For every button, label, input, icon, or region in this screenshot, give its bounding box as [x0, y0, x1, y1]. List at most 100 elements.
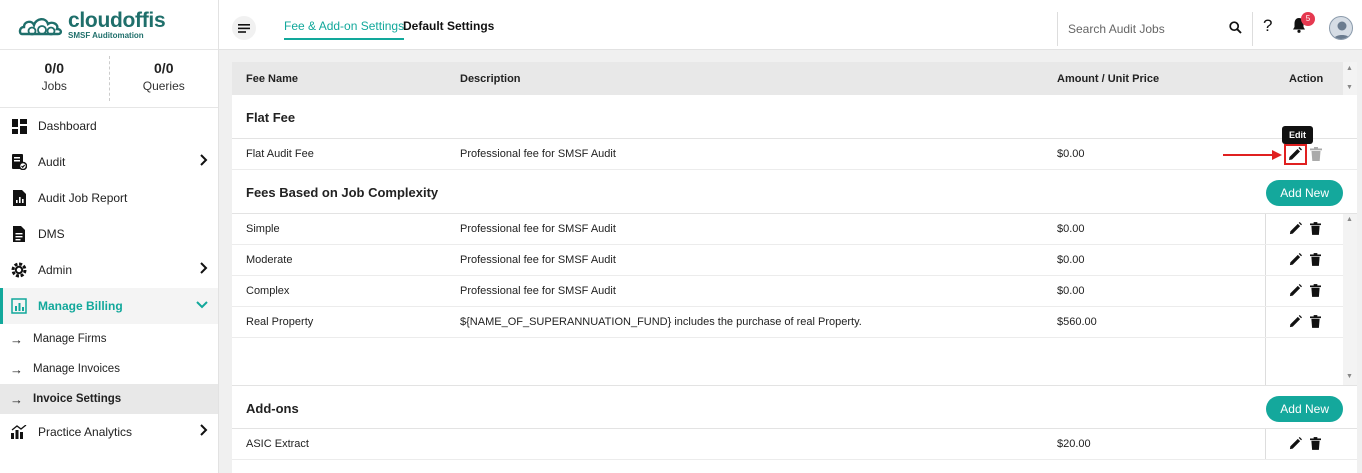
scroll-up-icon[interactable]: ▲ [1346, 216, 1353, 223]
trash-icon[interactable] [1310, 284, 1321, 300]
fee-name: Simple [246, 223, 280, 235]
row-actions [1265, 245, 1343, 275]
dashboard-icon [10, 117, 28, 135]
chevron-right-icon [200, 424, 208, 439]
trash-icon[interactable] [1310, 222, 1321, 238]
column-header-fee-name: Fee Name [246, 73, 298, 85]
queries-count: 0/0 [154, 60, 174, 76]
queries-label: Queries [142, 79, 185, 93]
tab-default-settings[interactable]: Default Settings [403, 19, 494, 33]
hamburger-menu-icon[interactable] [232, 16, 256, 40]
search-input[interactable] [1068, 22, 1218, 36]
billing-icon [10, 297, 28, 315]
action-column-divider [1265, 338, 1266, 385]
table-row: Real Property ${NAME_OF_SUPERANNUATION_F… [232, 307, 1357, 338]
arrow-right-icon: → [10, 331, 23, 347]
sidebar-item-dashboard[interactable]: Dashboard [0, 108, 218, 144]
fee-description: ${NAME_OF_SUPERANNUATION_FUND} includes … [460, 316, 862, 328]
sidebar-subitem-invoice-settings[interactable]: → Invoice Settings [0, 384, 218, 414]
row-actions [1265, 214, 1343, 244]
fee-name: Moderate [246, 254, 293, 266]
section-title: Add-ons [246, 401, 299, 416]
scroll-down-icon[interactable]: ▼ [1346, 84, 1353, 91]
logo-brand: cloudoffis [68, 8, 166, 32]
trash-icon[interactable] [1310, 147, 1322, 164]
trash-icon[interactable] [1310, 315, 1321, 331]
logo[interactable]: cloudoffis SMSF Auditomation [0, 0, 218, 50]
help-icon[interactable]: ? [1263, 16, 1272, 36]
add-new-addon-button[interactable]: Add New [1266, 396, 1343, 422]
trash-icon[interactable] [1310, 253, 1321, 269]
sidebar-subitem-manage-invoices[interactable]: → Manage Invoices [0, 354, 218, 384]
document-icon [10, 225, 28, 243]
analytics-icon [10, 423, 28, 441]
jobs-label: Jobs [41, 79, 67, 93]
chevron-right-icon [200, 154, 208, 169]
edit-highlight-box [1284, 144, 1307, 165]
fee-name: Real Property [246, 316, 314, 328]
trash-icon[interactable] [1310, 437, 1321, 453]
jobs-stat[interactable]: 0/0 Jobs [0, 50, 109, 107]
fee-description: Professional fee for SMSF Audit [460, 254, 616, 266]
arrow-right-icon: → [10, 391, 23, 407]
edit-pencil-icon[interactable] [1289, 284, 1302, 300]
fee-description: Professional fee for SMSF Audit [460, 285, 616, 297]
sidebar-subitem-manage-firms[interactable]: → Manage Firms [0, 324, 218, 354]
avatar[interactable] [1329, 16, 1353, 40]
fee-name: Flat Audit Fee [246, 148, 314, 160]
audit-icon [10, 153, 28, 171]
header-scrollbar[interactable]: ▲ ▼ [1343, 62, 1357, 95]
column-header-action: Action [1289, 73, 1324, 85]
edit-pencil-icon[interactable] [1289, 315, 1302, 331]
sidebar-item-dms[interactable]: DMS [0, 216, 218, 252]
scroll-down-icon[interactable]: ▼ [1346, 373, 1353, 380]
sidebar: cloudoffis SMSF Auditomation 0/0 Jobs 0/… [0, 0, 219, 473]
column-header-amount: Amount / Unit Price [1057, 73, 1160, 85]
sidebar-item-audit-job-report[interactable]: Audit Job Report [0, 180, 218, 216]
sidebar-item-label: Manage Billing [38, 299, 123, 313]
sidebar-subitem-label: Manage Invoices [33, 363, 120, 375]
fee-description: Professional fee for SMSF Audit [460, 223, 616, 235]
sidebar-subitem-label: Invoice Settings [33, 393, 122, 405]
edit-pencil-icon[interactable] [1289, 222, 1302, 238]
fee-amount: $0.00 [1057, 223, 1085, 235]
fee-amount: $0.00 [1057, 254, 1085, 266]
table-row: ASIC Extract $20.00 [232, 429, 1357, 460]
complexity-scrollbar[interactable]: ▲ ▼ [1343, 214, 1357, 385]
row-actions [1265, 276, 1343, 306]
sidebar-item-admin[interactable]: Admin [0, 252, 218, 288]
edit-pencil-icon[interactable] [1289, 253, 1302, 269]
fee-amount: $0.00 [1057, 148, 1085, 160]
complexity-table-body: Simple Professional fee for SMSF Audit $… [232, 214, 1357, 385]
queries-stat[interactable]: 0/0 Queries [108, 56, 219, 101]
edit-pencil-icon[interactable] [1289, 437, 1302, 453]
report-icon [10, 189, 28, 207]
scroll-up-icon[interactable]: ▲ [1346, 65, 1353, 72]
sidebar-item-manage-billing[interactable]: Manage Billing [0, 288, 218, 324]
chevron-right-icon [200, 262, 208, 277]
table-row: Moderate Professional fee for SMSF Audit… [232, 245, 1357, 276]
table-row: Flat Audit Fee Professional fee for SMSF… [232, 139, 1357, 170]
sidebar-item-label: Admin [38, 263, 73, 277]
sidebar-item-audit[interactable]: Audit [0, 144, 218, 180]
search-box [1057, 12, 1253, 46]
column-header-description: Description [460, 73, 521, 85]
addon-name: ASIC Extract [246, 438, 309, 450]
tab-fee-addon-settings[interactable]: Fee & Add-on Settings [284, 19, 405, 40]
fee-name: Complex [246, 285, 290, 297]
sidebar-item-label: Audit [38, 155, 66, 169]
complexity-section-header: Fees Based on Job Complexity Add New [232, 170, 1357, 214]
sidebar-item-label: Practice Analytics [38, 425, 133, 439]
sidebar-item-practice-analytics[interactable]: Practice Analytics [0, 414, 218, 450]
section-title: Flat Fee [246, 110, 296, 125]
fee-amount: $0.00 [1057, 285, 1085, 297]
add-new-complexity-fee-button[interactable]: Add New [1266, 180, 1343, 206]
flat-fee-section-header: Flat Fee [232, 95, 1357, 139]
search-icon[interactable] [1229, 21, 1242, 37]
addon-amount: $20.00 [1057, 438, 1091, 450]
row-actions [1265, 429, 1343, 459]
stats-panel: 0/0 Jobs 0/0 Queries [0, 50, 218, 108]
cloud-logo-icon [18, 12, 64, 38]
section-title: Fees Based on Job Complexity [246, 185, 439, 200]
jobs-count: 0/0 [44, 60, 64, 76]
